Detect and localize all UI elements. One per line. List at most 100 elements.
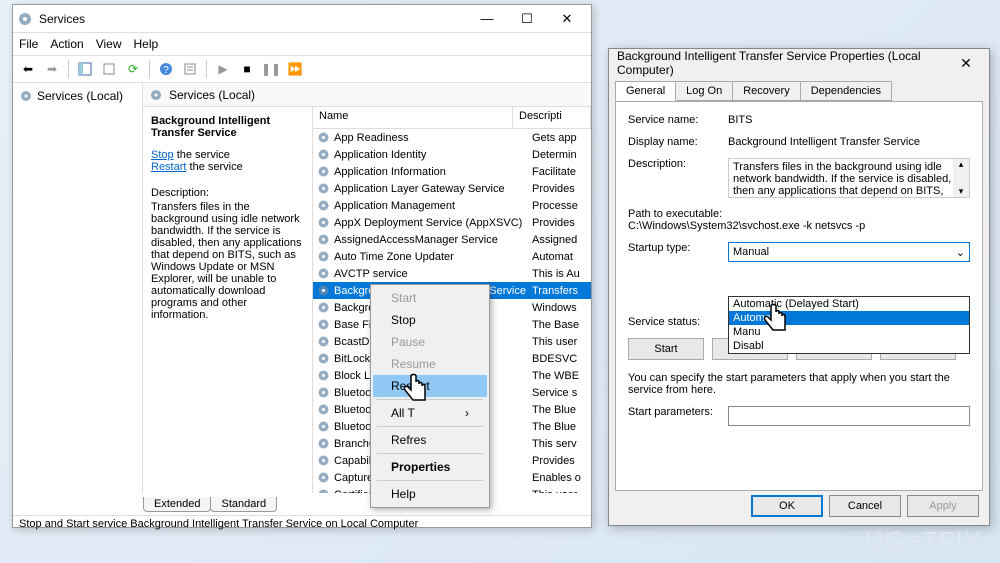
props-close-button[interactable]: ✕ [951,55,981,72]
props-tabs: General Log On Recovery Dependencies [609,77,989,101]
cm-separator [377,480,483,481]
scrollbar[interactable]: ▴▾ [953,159,969,197]
desc-text: Transfers files in the background using … [151,201,304,321]
restart-service-button[interactable]: ⏩ [284,58,306,80]
dd-auto-delayed[interactable]: Automatic (Delayed Start) [729,297,969,311]
service-desc: Facilitate [532,166,591,178]
cm-separator [377,426,483,427]
column-name[interactable]: Name [313,107,513,128]
cm-restart[interactable]: Restart [373,375,487,397]
service-row[interactable]: Application ManagementProcesse [313,197,591,214]
statusbar: Stop and Start service Background Intell… [13,515,591,535]
apply-button[interactable]: Apply [907,495,979,517]
service-desc: This user [532,489,591,494]
gear-icon [317,369,331,382]
description-label: Description: [628,158,728,198]
service-row[interactable]: Application IdentityDetermin [313,146,591,163]
service-name: AVCTP service [334,268,532,280]
pause-service-button[interactable]: ❚❚ [260,58,282,80]
cancel-button[interactable]: Cancel [829,495,901,517]
help-button[interactable]: ? [155,58,177,80]
start-button[interactable]: Start [628,338,704,360]
menu-view[interactable]: View [96,37,122,51]
service-row[interactable]: App ReadinessGets app [313,129,591,146]
service-row[interactable]: Auto Time Zone UpdaterAutomat [313,248,591,265]
gear-icon [317,182,331,195]
service-desc: Assigned [532,234,591,246]
tree-item-services-local[interactable]: Services (Local) [17,87,138,105]
service-desc: This serv [532,438,591,450]
tab-general[interactable]: General [615,81,676,101]
service-name-value: BITS [728,114,970,126]
tab-standard[interactable]: Standard [210,497,277,512]
close-button[interactable]: ✕ [547,7,587,31]
cm-properties[interactable]: Properties [373,456,487,478]
service-row[interactable]: AssignedAccessManager ServiceAssigned [313,231,591,248]
cm-resume[interactable]: Resume [373,353,487,375]
params-input[interactable] [728,406,970,426]
service-name: Application Layer Gateway Service [334,183,532,195]
service-desc: Automat [532,251,591,263]
props-panel: Service name:BITS Display name:Backgroun… [615,101,983,491]
export-button[interactable] [98,58,120,80]
dd-manual[interactable]: Manu [729,325,969,339]
back-button[interactable]: ⬅ [17,58,39,80]
stop-link[interactable]: Stop [151,149,174,161]
tab-recovery[interactable]: Recovery [732,81,800,101]
service-name: Application Management [334,200,532,212]
service-name: App Readiness [334,132,532,144]
stop-service-button[interactable]: ■ [236,58,258,80]
menu-file[interactable]: File [19,37,38,51]
show-hide-button[interactable] [74,58,96,80]
startup-select[interactable]: Manual⌄ [728,242,970,262]
service-row[interactable]: AVCTP serviceThis is Au [313,265,591,282]
cm-all-tasks[interactable]: All T [373,402,487,424]
titlebar[interactable]: Services — ☐ ✕ [13,5,591,33]
gear-icon [317,471,331,484]
cm-start[interactable]: Start [373,287,487,309]
gear-icon [317,148,331,161]
description-box[interactable]: Transfers files in the background using … [728,158,970,198]
service-row[interactable]: Application Layer Gateway ServiceProvide… [313,180,591,197]
cm-stop[interactable]: Stop [373,309,487,331]
cm-refresh[interactable]: Refres [373,429,487,451]
minimize-button[interactable]: — [467,7,507,31]
column-description[interactable]: Descripti [513,107,591,128]
detail-pane: Background Intelligent Transfer Service … [143,107,313,493]
service-row[interactable]: AppX Deployment Service (AppXSVC)Provide… [313,214,591,231]
desc-label: Description: [151,187,304,199]
gear-icon [317,352,331,365]
tab-logon[interactable]: Log On [675,81,733,101]
menu-help[interactable]: Help [134,37,159,51]
service-desc: The Base [532,319,591,331]
display-name-value: Background Intelligent Transfer Service [728,136,970,148]
service-name: Application Information [334,166,532,178]
detail-title: Background Intelligent Transfer Service [151,115,304,139]
startup-value: Manual [733,246,769,258]
cm-help[interactable]: Help [373,483,487,505]
restart-link[interactable]: Restart [151,161,186,173]
properties-button[interactable] [179,58,201,80]
gear-icon [317,386,331,399]
tree-pane: Services (Local) [13,83,143,493]
start-service-button[interactable]: ▶ [212,58,234,80]
gear-icon [317,165,331,178]
maximize-button[interactable]: ☐ [507,7,547,31]
service-row[interactable]: Application InformationFacilitate [313,163,591,180]
dd-disabled[interactable]: Disabl [729,339,969,353]
properties-dialog: Background Intelligent Transfer Service … [608,48,990,526]
dd-automatic[interactable]: Automatic [729,311,969,325]
cm-pause[interactable]: Pause [373,331,487,353]
svg-text:?: ? [163,65,169,76]
params-note: You can specify the start parameters tha… [628,372,970,396]
menu-action[interactable]: Action [50,37,83,51]
tab-dependencies[interactable]: Dependencies [800,81,892,101]
forward-button[interactable]: ➡ [41,58,63,80]
service-desc: The WBE [532,370,591,382]
props-titlebar[interactable]: Background Intelligent Transfer Service … [609,49,989,77]
footer-tabs: Extended Standard [13,493,591,515]
ok-button[interactable]: OK [751,495,823,517]
status-label: Service status: [628,316,728,328]
refresh-button[interactable]: ⟳ [122,58,144,80]
tab-extended[interactable]: Extended [143,497,211,512]
